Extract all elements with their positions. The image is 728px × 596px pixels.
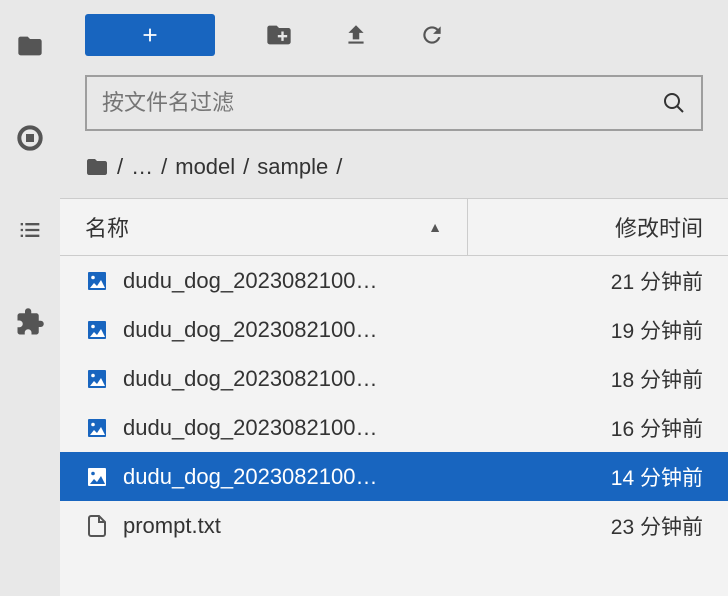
file-name: prompt.txt (123, 513, 221, 539)
column-header-name[interactable]: 名称 ▲ (60, 199, 468, 255)
table-row[interactable]: dudu_dog_2023082100… 19 分钟前 (60, 305, 728, 354)
cell-modified: 21 分钟前 (468, 266, 728, 296)
plus-icon (139, 24, 161, 46)
search-box[interactable] (85, 75, 703, 131)
table-row[interactable]: dudu_dog_2023082100… 14 分钟前 (60, 452, 728, 501)
breadcrumb: / … / model / sample / (60, 146, 728, 198)
image-file-icon (85, 367, 109, 391)
breadcrumb-segment[interactable]: sample (257, 154, 328, 180)
toolbar (60, 0, 728, 70)
column-label: 名称 (85, 211, 129, 243)
cell-name: prompt.txt (60, 513, 468, 539)
image-file-icon (85, 318, 109, 342)
sidebar (0, 0, 60, 596)
search-icon (662, 91, 686, 115)
cell-name: dudu_dog_2023082100… (60, 464, 468, 490)
sidebar-item-extensions[interactable] (14, 306, 46, 338)
table-body: dudu_dog_2023082100…21 分钟前dudu_dog_20230… (60, 256, 728, 550)
image-file-icon (85, 465, 109, 489)
new-folder-button[interactable] (265, 21, 293, 49)
table-header: 名称 ▲ 修改时间 (60, 198, 728, 256)
main-panel: / … / model / sample / 名称 ▲ 修改时间 dudu_do… (60, 0, 728, 596)
upload-icon (343, 22, 369, 48)
cell-name: dudu_dog_2023082100… (60, 415, 468, 441)
file-table: 名称 ▲ 修改时间 dudu_dog_2023082100…21 分钟前dudu… (60, 198, 728, 596)
cell-modified: 19 分钟前 (468, 315, 728, 345)
image-file-icon (85, 269, 109, 293)
refresh-button[interactable] (419, 22, 445, 48)
cell-name: dudu_dog_2023082100… (60, 317, 468, 343)
puzzle-icon (15, 307, 45, 337)
stop-circle-icon (14, 122, 46, 154)
cell-modified: 23 分钟前 (468, 511, 728, 541)
cell-name: dudu_dog_2023082100… (60, 268, 468, 294)
file-name: dudu_dog_2023082100… (123, 464, 377, 490)
file-name: dudu_dog_2023082100… (123, 366, 377, 392)
new-folder-icon (265, 21, 293, 49)
breadcrumb-separator: / (117, 154, 123, 180)
sidebar-item-list[interactable] (14, 214, 46, 246)
new-button[interactable] (85, 14, 215, 56)
list-icon (16, 216, 44, 244)
upload-button[interactable] (343, 22, 369, 48)
search-input[interactable] (102, 90, 662, 116)
column-header-modified[interactable]: 修改时间 (468, 199, 728, 255)
folder-icon[interactable] (85, 155, 109, 179)
breadcrumb-ellipsis[interactable]: … (131, 154, 153, 180)
breadcrumb-separator: / (243, 154, 249, 180)
sidebar-item-folder[interactable] (14, 30, 46, 62)
cell-modified: 18 分钟前 (468, 364, 728, 394)
table-row[interactable]: dudu_dog_2023082100… 21 分钟前 (60, 256, 728, 305)
image-file-icon (85, 416, 109, 440)
column-label: 修改时间 (615, 211, 703, 243)
text-file-icon (85, 514, 109, 538)
folder-icon (16, 32, 44, 60)
breadcrumb-separator: / (336, 154, 342, 180)
cell-modified: 16 分钟前 (468, 413, 728, 443)
refresh-icon (419, 22, 445, 48)
file-name: dudu_dog_2023082100… (123, 415, 377, 441)
search-container (60, 70, 728, 146)
breadcrumb-segment[interactable]: model (175, 154, 235, 180)
breadcrumb-separator: / (161, 154, 167, 180)
file-name: dudu_dog_2023082100… (123, 317, 377, 343)
table-row[interactable]: dudu_dog_2023082100… 16 分钟前 (60, 403, 728, 452)
sidebar-item-running[interactable] (14, 122, 46, 154)
cell-modified: 14 分钟前 (468, 462, 728, 492)
table-row[interactable]: prompt.txt 23 分钟前 (60, 501, 728, 550)
sort-asc-icon: ▲ (428, 219, 442, 235)
file-name: dudu_dog_2023082100… (123, 268, 377, 294)
cell-name: dudu_dog_2023082100… (60, 366, 468, 392)
table-row[interactable]: dudu_dog_2023082100… 18 分钟前 (60, 354, 728, 403)
